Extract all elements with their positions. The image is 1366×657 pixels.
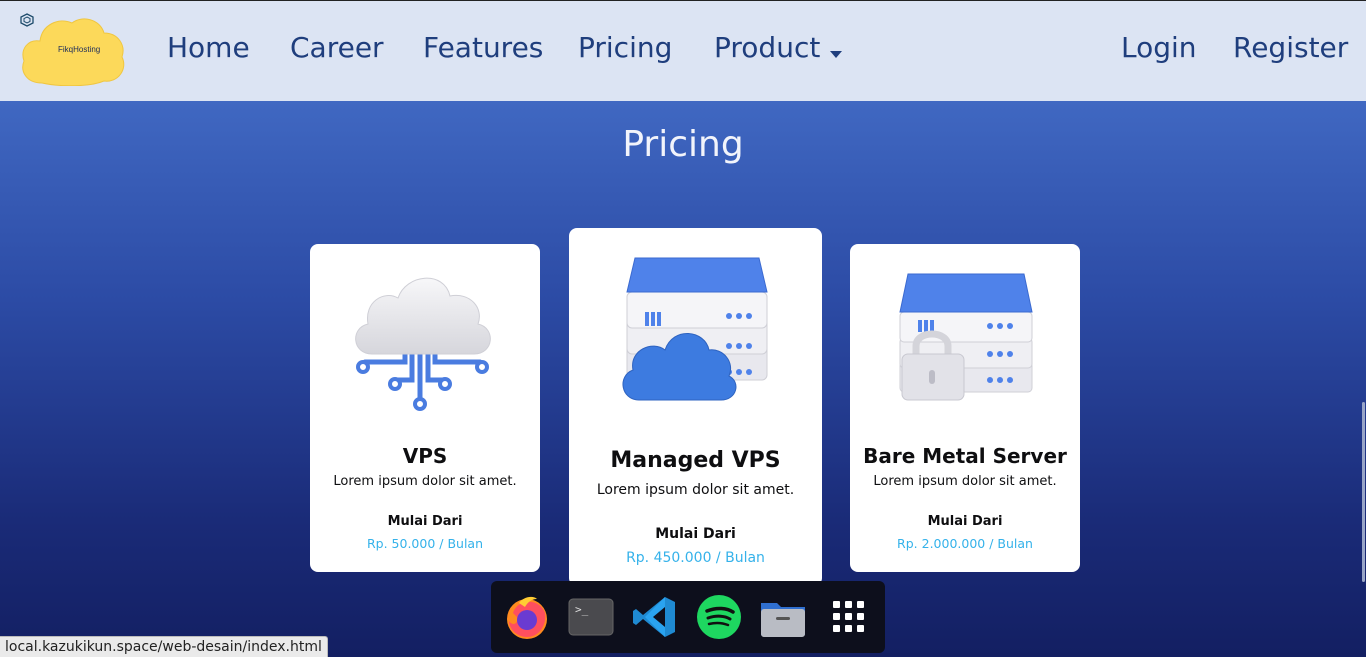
card-description: Lorem ipsum dolor sit amet. [333,474,517,489]
card-description: Lorem ipsum dolor sit amet. [873,474,1057,489]
nav-product-label: Product [714,31,821,64]
pricing-card-vps[interactable]: VPS Lorem ipsum dolor sit amet. Mulai Da… [310,244,540,572]
nav-pricing-link[interactable]: Pricing [578,31,672,64]
brand-name: FikqHosting [58,45,101,54]
login-link[interactable]: Login [1121,31,1197,64]
nav-features-link[interactable]: Features [423,31,543,64]
files-icon[interactable] [759,593,807,641]
terminal-glyph: >_ [575,603,589,616]
caret-down-icon [830,33,843,66]
pricing-card-bare-metal[interactable]: Bare Metal Server Lorem ipsum dolor sit … [850,244,1080,572]
card-from-label: Mulai Dari [927,514,1003,529]
firefox-icon[interactable] [503,593,551,641]
nav-product-dropdown[interactable]: Product [714,31,843,66]
vscode-icon[interactable] [631,593,679,641]
card-from-label: Mulai Dari [655,526,736,542]
cloud-network-icon [310,262,540,412]
terminal-icon[interactable]: >_ [567,593,615,641]
brand-logo[interactable]: FikqHosting [20,13,127,86]
section-title: Pricing [622,124,744,165]
scrollbar-thumb[interactable] [1362,402,1365,582]
taskbar-dock: >_ [491,581,885,653]
app-grid-icon[interactable] [825,593,873,641]
card-description: Lorem ipsum dolor sit amet. [596,482,795,498]
server-cloud-icon [569,250,822,410]
card-title: Bare Metal Server [863,444,1067,468]
navbar: FikqHosting Home Career Features Pricing… [0,0,1366,101]
pricing-card-managed-vps[interactable]: Managed VPS Lorem ipsum dolor sit amet. … [569,228,822,586]
card-title: VPS [402,444,448,468]
nav-career-link[interactable]: Career [290,31,384,64]
card-price: Rp. 50.000 / Bulan [366,536,483,551]
nav-home-link[interactable]: Home [167,31,250,64]
register-link[interactable]: Register [1233,31,1348,64]
card-price: Rp. 2.000.000 / Bulan [897,536,1033,551]
cube-icon [20,13,34,27]
link-status-bar: local.kazukikun.space/web-desain/index.h… [0,636,328,657]
card-from-label: Mulai Dari [387,514,463,529]
server-lock-icon [850,266,1080,406]
spotify-icon[interactable] [695,593,743,641]
card-title: Managed VPS [610,448,781,473]
card-price: Rp. 450.000 / Bulan [626,550,765,566]
